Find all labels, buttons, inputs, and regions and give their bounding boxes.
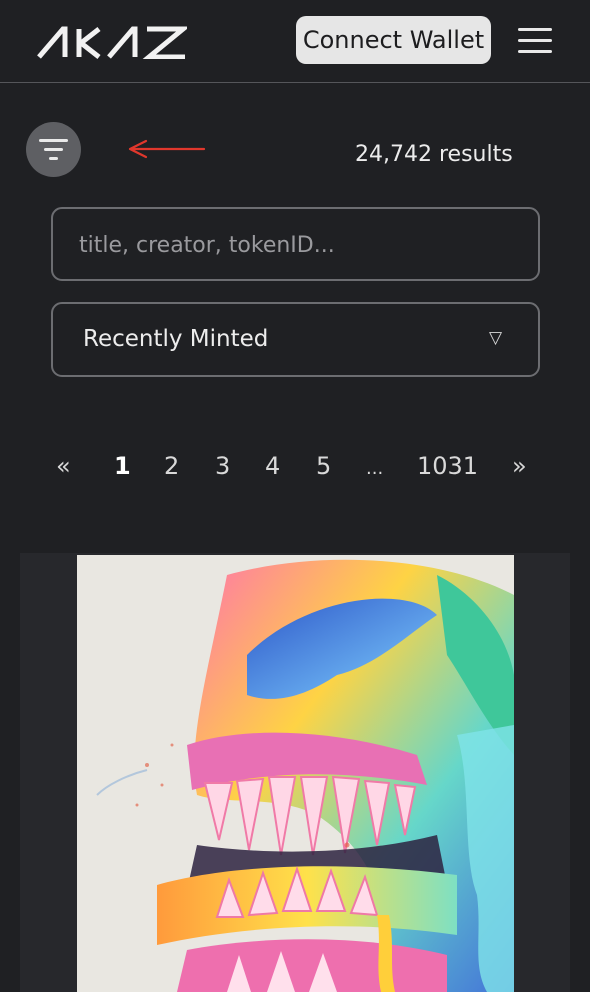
dropdown-caret-icon: ▽ [489,328,503,348]
last-page-button[interactable]: » [512,452,527,480]
sort-dropdown[interactable]: Recently Minted ▽ [51,302,540,377]
page-button-1[interactable]: 1 [114,452,131,480]
filter-toggle-button[interactable] [26,122,81,177]
connect-wallet-button[interactable]: Connect Wallet [296,16,491,64]
left-arrow-annotation-icon [128,137,208,165]
results-count: 24,742 results [355,142,513,167]
search-field-container [51,207,540,281]
akas-logo[interactable] [37,25,190,63]
filter-icon [39,139,68,142]
search-input[interactable] [77,227,517,263]
hamburger-menu-icon[interactable] [516,26,554,56]
nft-artwork-image[interactable] [77,555,514,992]
page-button-5[interactable]: 5 [316,452,331,480]
nft-card[interactable] [20,553,570,992]
pagination: « 1 2 3 4 5 ... 1031 » [0,452,590,496]
page-button-4[interactable]: 4 [265,452,280,480]
top-nav-bar: Connect Wallet [0,0,590,83]
sort-selected-value: Recently Minted [83,326,269,352]
pagination-ellipsis: ... [366,458,384,479]
page-button-2[interactable]: 2 [164,452,179,480]
page-button-3[interactable]: 3 [215,452,230,480]
first-page-button[interactable]: « [56,452,71,480]
last-page-number-button[interactable]: 1031 [417,452,478,480]
